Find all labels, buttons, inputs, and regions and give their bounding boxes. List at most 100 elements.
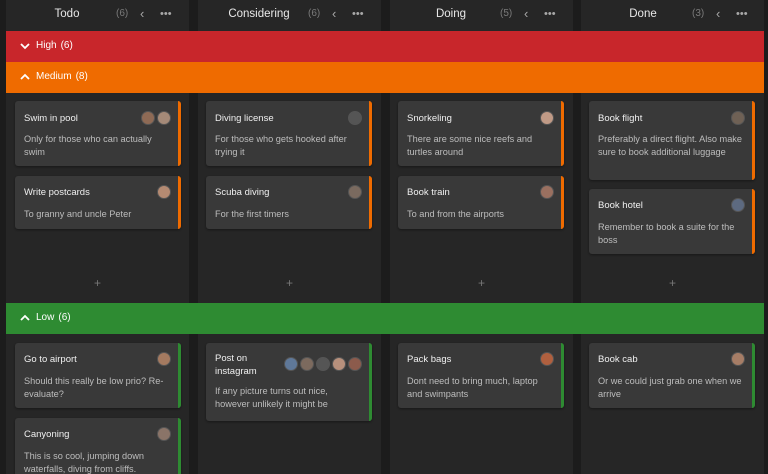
add-card-button[interactable]: +	[198, 276, 381, 290]
avatar[interactable]	[284, 357, 298, 371]
avatar[interactable]	[157, 111, 171, 125]
task-card[interactable]: Scuba diving For the first timers	[206, 176, 372, 229]
avatar[interactable]	[540, 185, 554, 199]
swimlane-label: Low (6)	[36, 312, 71, 323]
chevron-left-icon[interactable]: ‹	[716, 6, 720, 22]
card-title: Snorkeling	[407, 113, 452, 124]
chevron-up-icon	[20, 73, 30, 80]
chevron-left-icon[interactable]: ‹	[524, 6, 528, 22]
swimlane-label: Medium (8)	[36, 71, 88, 82]
card-description: To granny and uncle Peter	[24, 209, 132, 219]
card-description: Remember to book a suite for the boss	[598, 222, 735, 245]
task-card[interactable]: Pack bags Dont need to bring much, lapto…	[398, 343, 564, 408]
assignees	[348, 185, 362, 199]
column-count: (5)	[500, 8, 513, 19]
avatar[interactable]	[157, 352, 171, 366]
priority-accent	[178, 418, 181, 474]
swimlane-high[interactable]: High (6)	[6, 31, 764, 62]
chevron-down-icon	[20, 43, 30, 50]
avatar[interactable]	[731, 111, 745, 125]
card-title: Write postcards	[24, 187, 90, 198]
priority-accent	[561, 343, 564, 408]
avatar[interactable]	[731, 198, 745, 212]
add-card-button[interactable]: +	[390, 276, 573, 290]
column-count: (6)	[116, 8, 129, 19]
card-title: Book cab	[598, 354, 638, 365]
task-card[interactable]: Book cab Or we could just grab one when …	[589, 343, 755, 408]
card-description: For the first timers	[215, 209, 290, 219]
add-card-button[interactable]: +	[581, 276, 764, 290]
card-title: Go to airport	[24, 354, 77, 365]
card-title: Book train	[407, 187, 450, 198]
task-card[interactable]: Write postcards To granny and uncle Pete…	[15, 176, 181, 229]
swimlane-low[interactable]: Low (6)	[6, 303, 764, 334]
priority-accent	[561, 101, 564, 166]
assignees	[540, 185, 554, 199]
task-card[interactable]: Book train To and from the airports	[398, 176, 564, 229]
task-card[interactable]: Diving license For those who gets hooked…	[206, 101, 372, 166]
card-title: Book hotel	[598, 200, 643, 211]
priority-accent	[752, 189, 755, 254]
avatar[interactable]	[348, 185, 362, 199]
priority-accent	[561, 176, 564, 229]
swimlane-label: High (6)	[36, 40, 73, 51]
task-card[interactable]: Snorkeling There are some nice reefs and…	[398, 101, 564, 166]
task-card[interactable]: Go to airport Should this really be low …	[15, 343, 181, 408]
avatar[interactable]	[731, 352, 745, 366]
assignees	[540, 352, 554, 366]
more-horizontal-icon[interactable]: •••	[736, 6, 748, 22]
assignees	[731, 111, 745, 125]
swimlane-medium[interactable]: Medium (8)	[6, 62, 764, 93]
card-description: Preferably a direct flight. Also make su…	[598, 134, 743, 157]
column-header-todo: Todo (6) ‹ •••	[0, 0, 192, 30]
card-description: If any picture turns out nice, however u…	[215, 386, 328, 409]
chevron-up-icon	[20, 314, 30, 321]
column-title: Todo	[54, 8, 80, 20]
more-horizontal-icon[interactable]: •••	[160, 6, 172, 22]
avatar[interactable]	[348, 111, 362, 125]
card-description: There are some nice reefs and turtles ar…	[407, 134, 533, 157]
assignees	[141, 111, 171, 125]
assignees	[348, 111, 362, 125]
avatar[interactable]	[300, 357, 314, 371]
add-card-button[interactable]: +	[6, 276, 189, 290]
avatar[interactable]	[157, 427, 171, 441]
priority-accent	[178, 176, 181, 229]
more-horizontal-icon[interactable]: •••	[544, 6, 556, 22]
assignees	[284, 357, 362, 371]
avatar[interactable]	[157, 185, 171, 199]
task-card[interactable]: Book flight Preferably a direct flight. …	[589, 101, 755, 180]
avatar[interactable]	[540, 111, 554, 125]
avatar[interactable]	[540, 352, 554, 366]
priority-accent	[752, 101, 755, 180]
avatar[interactable]	[332, 357, 346, 371]
assignees	[540, 111, 554, 125]
more-horizontal-icon[interactable]: •••	[352, 6, 364, 22]
assignees	[157, 427, 171, 441]
card-title: Post on instagram	[215, 353, 257, 377]
avatar[interactable]	[141, 111, 155, 125]
task-card[interactable]: Book hotel Remember to book a suite for …	[589, 189, 755, 254]
card-description: To and from the airports	[407, 209, 505, 219]
column-header-done: Done (3) ‹ •••	[576, 0, 768, 30]
column-title: Considering	[228, 8, 290, 20]
chevron-left-icon[interactable]: ‹	[332, 6, 336, 22]
avatar[interactable]	[316, 357, 330, 371]
card-title: Canyoning	[24, 429, 70, 440]
priority-accent	[178, 101, 181, 166]
priority-accent	[369, 343, 372, 421]
column-header-considering: Considering (6) ‹ •••	[192, 0, 384, 30]
chevron-left-icon[interactable]: ‹	[140, 6, 144, 22]
assignees	[157, 352, 171, 366]
task-card[interactable]: Canyoning This is so cool, jumping down …	[15, 418, 181, 474]
avatar[interactable]	[348, 357, 362, 371]
task-card[interactable]: Swim in pool Only for those who can actu…	[15, 101, 181, 166]
column-title: Done	[629, 8, 657, 20]
card-description: Or we could just grab one when we arrive	[598, 376, 742, 399]
card-description: This is so cool, jumping down waterfalls…	[24, 451, 145, 474]
card-title: Scuba diving	[215, 187, 270, 198]
priority-accent	[178, 343, 181, 408]
column-count: (6)	[308, 8, 321, 19]
assignees	[731, 352, 745, 366]
task-card[interactable]: Post on instagram If any picture turns o…	[206, 343, 372, 421]
